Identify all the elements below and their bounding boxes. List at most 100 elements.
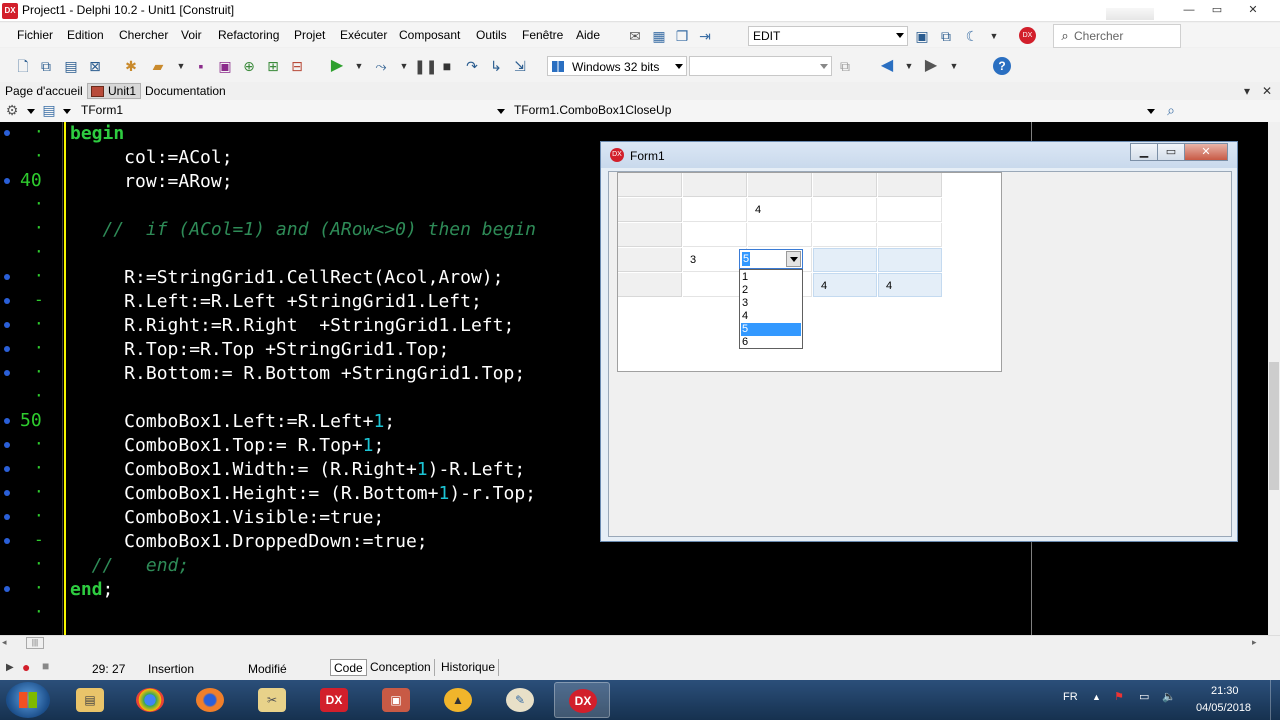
grid-cell[interactable] [878, 173, 942, 197]
breakpoint-marker-icon[interactable] [4, 130, 10, 136]
code-line[interactable]: ComboBox1.Width:= (R.Right+1)-R.Left; [70, 458, 525, 482]
gutter-line[interactable]: · [0, 146, 62, 170]
gutter-line[interactable]: · [0, 554, 62, 578]
grid-cell[interactable] [813, 248, 877, 272]
code-line[interactable]: ComboBox1.DroppedDown:=true; [70, 530, 427, 554]
action-center-icon[interactable]: ⚑ [1114, 690, 1124, 703]
save-all-icon[interactable]: ▣ [216, 57, 234, 75]
editor-vertical-scrollbar[interactable] [1268, 122, 1280, 635]
gutter-line[interactable]: - [0, 530, 62, 554]
breakpoint-marker-icon[interactable] [4, 514, 10, 520]
menu-aide[interactable]: Aide [576, 28, 600, 42]
code-line[interactable]: // if (ACol=1) and (ARow<>0) then begin [70, 218, 537, 242]
export-icon[interactable]: ⇥ [696, 27, 714, 45]
scrollbar-grip[interactable]: ||| [26, 637, 44, 649]
run-to-cursor-icon[interactable]: ⇲ [511, 57, 529, 75]
breakpoint-marker-icon[interactable] [4, 346, 10, 352]
form1-window[interactable]: DX Form1 ▁ ▭ ✕ 4344 5 123456 [600, 141, 1238, 542]
stop-icon[interactable]: ■ [438, 57, 456, 75]
record-macro-icon[interactable]: ● [22, 659, 30, 675]
theme-dropdown-icon[interactable]: ▼ [985, 27, 1003, 45]
breakpoint-marker-icon[interactable] [4, 538, 10, 544]
gutter-line[interactable]: · [0, 338, 62, 362]
config-manager-icon[interactable]: ⧉ [836, 57, 854, 75]
platform-select[interactable]: Windows 32 bits [547, 56, 687, 76]
combobox-option[interactable]: 2 [741, 284, 801, 297]
chat-icon[interactable]: ❐ [673, 27, 691, 45]
taskbar-warning[interactable]: ▲ [430, 682, 486, 718]
code-line[interactable]: row:=ARow; [70, 170, 232, 194]
grid-cell[interactable] [813, 223, 877, 247]
forward-arrow-icon[interactable]: ▶ [922, 57, 940, 75]
gutter-line[interactable]: · [0, 362, 62, 386]
add-to-project-icon[interactable]: ⊕ [240, 57, 258, 75]
form1-maximize-button[interactable]: ▭ [1157, 143, 1185, 161]
breakpoint-marker-icon[interactable] [4, 466, 10, 472]
chevron-down-icon[interactable] [27, 109, 35, 114]
taskbar-firefox[interactable] [182, 682, 238, 718]
gutter-line[interactable]: · [0, 602, 62, 626]
code-line[interactable]: ComboBox1.Left:=R.Left+1; [70, 410, 395, 434]
save-icon[interactable]: ▪ [192, 57, 210, 75]
code-line[interactable]: R.Bottom:= R.Bottom +StringGrid1.Top; [70, 362, 525, 386]
save-layout-icon[interactable]: ▣ [913, 27, 931, 45]
menu-executer[interactable]: Exécuter [340, 28, 387, 42]
grid-cell[interactable] [618, 273, 682, 297]
editor-horizontal-scrollbar[interactable]: ◂ ||| ▸ [0, 635, 1280, 652]
menu-projet[interactable]: Projet [294, 28, 325, 42]
tab-page-accueil[interactable]: Page d'accueil [5, 84, 83, 98]
menu-fenetre[interactable]: Fenêtre [522, 28, 563, 42]
pause-icon[interactable]: ❚❚ [414, 57, 437, 75]
open-project-icon[interactable]: ▤ [62, 57, 80, 75]
code-line[interactable]: R.Left:=R.Left +StringGrid1.Left; [70, 290, 482, 314]
taskbar-paint[interactable]: ✎ [492, 682, 548, 718]
step-over-icon[interactable]: ↷ [463, 57, 481, 75]
chevron-down-icon[interactable] [63, 109, 71, 114]
breakpoint-marker-icon[interactable] [4, 418, 10, 424]
clock-date[interactable]: 04/05/2018 [1196, 702, 1251, 714]
code-line[interactable]: ComboBox1.Top:= R.Top+1; [70, 434, 384, 458]
gutter-line[interactable]: · [0, 194, 62, 218]
menu-fichier[interactable]: Fichier [17, 28, 53, 42]
run-dropdown-icon[interactable]: ▼ [350, 57, 368, 75]
menu-composant[interactable]: Composant [399, 28, 460, 42]
breakpoint-marker-icon[interactable] [4, 586, 10, 592]
close-tab-icon[interactable]: ✕ [1262, 84, 1272, 98]
grid-cell[interactable] [813, 173, 877, 197]
combobox-dropdown-button[interactable] [786, 251, 801, 267]
code-line[interactable]: begin [70, 122, 124, 146]
new-items-icon[interactable]: ✱ [122, 57, 140, 75]
menu-outils[interactable]: Outils [476, 28, 507, 42]
combobox-option[interactable]: 5 [741, 323, 801, 336]
grid-cell[interactable]: 4 [813, 273, 877, 297]
tab-documentation[interactable]: Documentation [145, 84, 226, 98]
breakpoint-marker-icon[interactable] [4, 298, 10, 304]
embarcadero-icon[interactable]: DX [1019, 27, 1036, 44]
scroll-left-icon[interactable]: ◂ [2, 637, 7, 648]
show-desktop-button[interactable] [1270, 680, 1280, 720]
gutter-line[interactable]: · [0, 218, 62, 242]
menu-voir[interactable]: Voir [181, 28, 202, 42]
taskbar-delphi-running[interactable]: DX [554, 682, 610, 718]
theme-moon-icon[interactable]: ☾ [963, 27, 981, 45]
form1-minimize-button[interactable]: ▁ [1130, 143, 1158, 161]
gutter-line[interactable]: 50 [0, 410, 62, 434]
code-line[interactable]: end; [70, 578, 113, 602]
grid-cell[interactable] [683, 198, 747, 222]
taskbar-package[interactable]: ▣ [368, 682, 424, 718]
grid-cell[interactable] [618, 173, 682, 197]
tabs-dropdown-icon[interactable]: ▾ [1244, 84, 1250, 98]
grid-cell[interactable] [683, 223, 747, 247]
open-icon[interactable]: ⧉ [37, 57, 55, 75]
combobox1[interactable]: 5 [739, 249, 803, 269]
gutter-line[interactable]: · [0, 122, 62, 146]
open-folder-icon[interactable]: ▰ [149, 57, 167, 75]
grid-cell[interactable] [878, 198, 942, 222]
start-button[interactable] [6, 682, 50, 718]
code-line[interactable]: R:=StringGrid1.CellRect(Acol,Arow); [70, 266, 503, 290]
trace-into-icon[interactable]: ↳ [487, 57, 505, 75]
code-line[interactable]: // end; [70, 554, 190, 578]
grid-cell[interactable] [618, 198, 682, 222]
search-input[interactable]: ⌕ Chercher [1053, 24, 1181, 48]
mail-icon[interactable]: ✉ [626, 27, 644, 45]
